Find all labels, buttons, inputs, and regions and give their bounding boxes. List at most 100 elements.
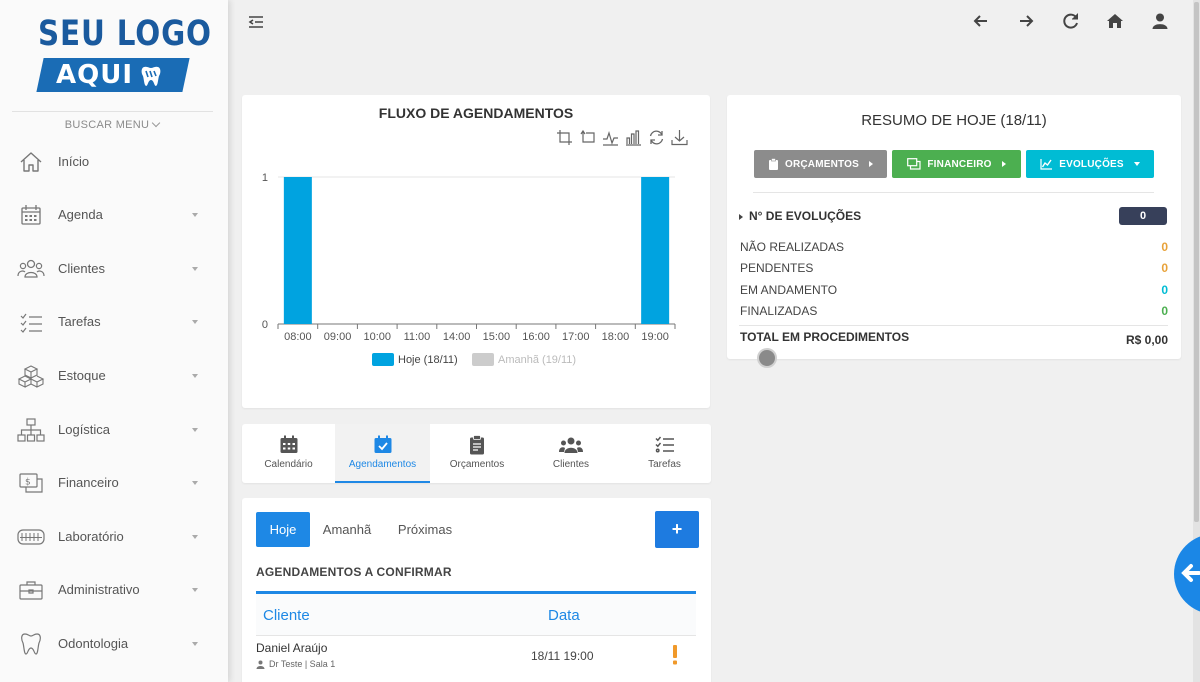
menu-collapse-icon[interactable] [247, 13, 265, 31]
row-client-sub: Dr Teste | Sala 1 [256, 659, 335, 669]
tasks-icon [654, 436, 674, 453]
caret-right-icon [869, 161, 874, 167]
home-icon[interactable] [1106, 12, 1124, 30]
caret-down-icon [1133, 162, 1140, 166]
sidebar-item-tarefas[interactable]: Tarefas [0, 302, 228, 342]
home-icon [20, 152, 42, 172]
sidebar-item-label: Agenda [58, 207, 103, 222]
tab-orcamentos[interactable]: Orçamentos [430, 424, 524, 483]
refresh-icon[interactable] [1062, 12, 1080, 30]
tooth-logo-icon [141, 66, 161, 86]
column-header-cliente[interactable]: Cliente [263, 607, 310, 624]
x-tick-label: 11:00 [404, 331, 431, 343]
sidebar-item-inicio[interactable]: Início [0, 142, 228, 182]
x-tick-label: 08:00 [284, 331, 312, 343]
tab-calendario[interactable]: Calendário [242, 424, 335, 483]
user-md-icon [256, 660, 265, 669]
tab-clientes[interactable]: Clientes [524, 424, 618, 483]
tab-label: Agendamentos [348, 459, 417, 470]
caret-down-icon [192, 481, 198, 485]
arrow-left-icon [1181, 564, 1200, 582]
section-title: AGENDAMENTOS A CONFIRMAR [256, 565, 452, 579]
briefcase-icon [19, 581, 43, 600]
caret-down-icon [192, 213, 198, 217]
scrollbar-thumb[interactable] [1194, 2, 1199, 522]
stat-value-finalizadas: 0 [1161, 304, 1168, 318]
logo-line2: AQUI [56, 60, 134, 90]
tab-agendamentos[interactable]: Agendamentos [335, 424, 430, 483]
caret-down-icon [192, 374, 198, 378]
sidebar-item-administrativo[interactable]: Administrativo [0, 570, 228, 610]
sidebar-item-financeiro[interactable]: $ Financeiro [0, 463, 228, 503]
arrow-right-icon[interactable] [1017, 12, 1035, 30]
sidebar-item-agenda[interactable]: Agenda [0, 195, 228, 235]
area-chart-icon [1040, 159, 1053, 170]
add-appointment-button[interactable]: + [655, 511, 699, 548]
filter-amanha[interactable]: Amanhã [314, 512, 380, 547]
bar-chart: 0 1 08:00 09:00 10:00 11:00 14:00 15:00 16:00 17:… [262, 172, 676, 366]
caret-down-icon [192, 320, 198, 324]
clipboard-icon [470, 435, 484, 455]
evolucoes-toggle[interactable]: N° DE EVOLUÇÕES [739, 209, 861, 223]
x-tick-label: 18:00 [602, 331, 630, 343]
tab-label: Tarefas [648, 459, 681, 470]
stat-label-pendentes: PENDENTES [740, 261, 814, 275]
appointments-card: Hoje Amanhã Próximas + AGENDAMENTOS A CO… [242, 498, 711, 682]
orcamentos-button-label: ORÇAMENTOS [784, 158, 860, 170]
stat-value-em-andamento: 0 [1161, 283, 1168, 297]
row-client-name: Daniel Araújo [256, 641, 328, 655]
search-menu-toggle[interactable]: BUSCAR MENU [0, 118, 224, 131]
tab-label: Orçamentos [449, 459, 505, 470]
caret-down-icon [192, 535, 198, 539]
sidebar-item-label: Administrativo [58, 582, 140, 597]
column-header-data[interactable]: Data [548, 607, 580, 624]
orcamentos-button[interactable]: ORÇAMENTOS [754, 150, 887, 178]
caret-right-icon [1001, 161, 1006, 167]
sidebar-item-clientes[interactable]: Clientes [0, 249, 228, 289]
users-icon [559, 437, 583, 453]
x-tick-label: 15:00 [483, 331, 511, 343]
summary-title: RESUMO DE HOJE (18/11) [861, 112, 1047, 129]
floating-back-button[interactable] [1174, 534, 1200, 614]
calendar-icon [21, 205, 41, 225]
logo[interactable]: SEU LOGO AQUI [36, 14, 211, 96]
x-tick-label: 14:00 [443, 331, 471, 343]
sidebar-item-label: Logística [58, 422, 111, 437]
evolucoes-button[interactable]: EVOLUÇÕES [1026, 150, 1154, 178]
x-tick-label: 17:00 [562, 331, 590, 343]
x-tick-label: 10:00 [363, 331, 391, 343]
row-date: 18/11 19:00 [531, 649, 594, 663]
user-icon[interactable] [1151, 12, 1169, 30]
sidebar-item-odontologia[interactable]: Odontologia [0, 624, 228, 664]
exclamation-icon[interactable] [668, 643, 682, 667]
total-label: TOTAL EM PROCEDIMENTOS [740, 330, 910, 344]
evolucoes-label: N° DE EVOLUÇÕES [749, 209, 862, 223]
evolucoes-count-badge: 0 [1119, 207, 1167, 225]
clipboard-icon [768, 158, 778, 170]
tasks-icon [20, 313, 42, 333]
legend-swatch [372, 353, 394, 366]
sidebar-item-logistica[interactable]: Logística [0, 410, 228, 450]
caret-down-icon [192, 428, 198, 432]
sidebar-item-label: Início [58, 154, 90, 169]
legend-label: Amanhã (19/11) [498, 354, 576, 366]
sidebar-item-laboratorio[interactable]: Laboratório [0, 517, 228, 557]
sidebar-item-estoque[interactable]: Estoque [0, 356, 228, 396]
users-icon [17, 259, 45, 278]
y-tick-label: 0 [262, 319, 268, 331]
arrow-left-icon[interactable] [972, 12, 990, 30]
x-tick-label: 19:00 [641, 331, 669, 343]
financeiro-button[interactable]: FINANCEIRO [892, 150, 1021, 178]
sidebar-item-label: Estoque [58, 368, 106, 383]
stat-label-finalizadas: FINALIZADAS [740, 304, 818, 318]
calendar-icon [280, 435, 297, 453]
table-header: Cliente Data [256, 591, 696, 636]
boxes-icon [17, 365, 45, 388]
filter-hoje[interactable]: Hoje [256, 512, 310, 547]
tab-tarefas[interactable]: Tarefas [618, 424, 711, 483]
drag-handle[interactable] [757, 348, 777, 368]
filter-proximas[interactable]: Próximas [388, 512, 462, 547]
sidebar-divider [12, 111, 213, 112]
sidebar-item-label: Clientes [58, 261, 105, 276]
chevron-down-icon [152, 118, 161, 128]
